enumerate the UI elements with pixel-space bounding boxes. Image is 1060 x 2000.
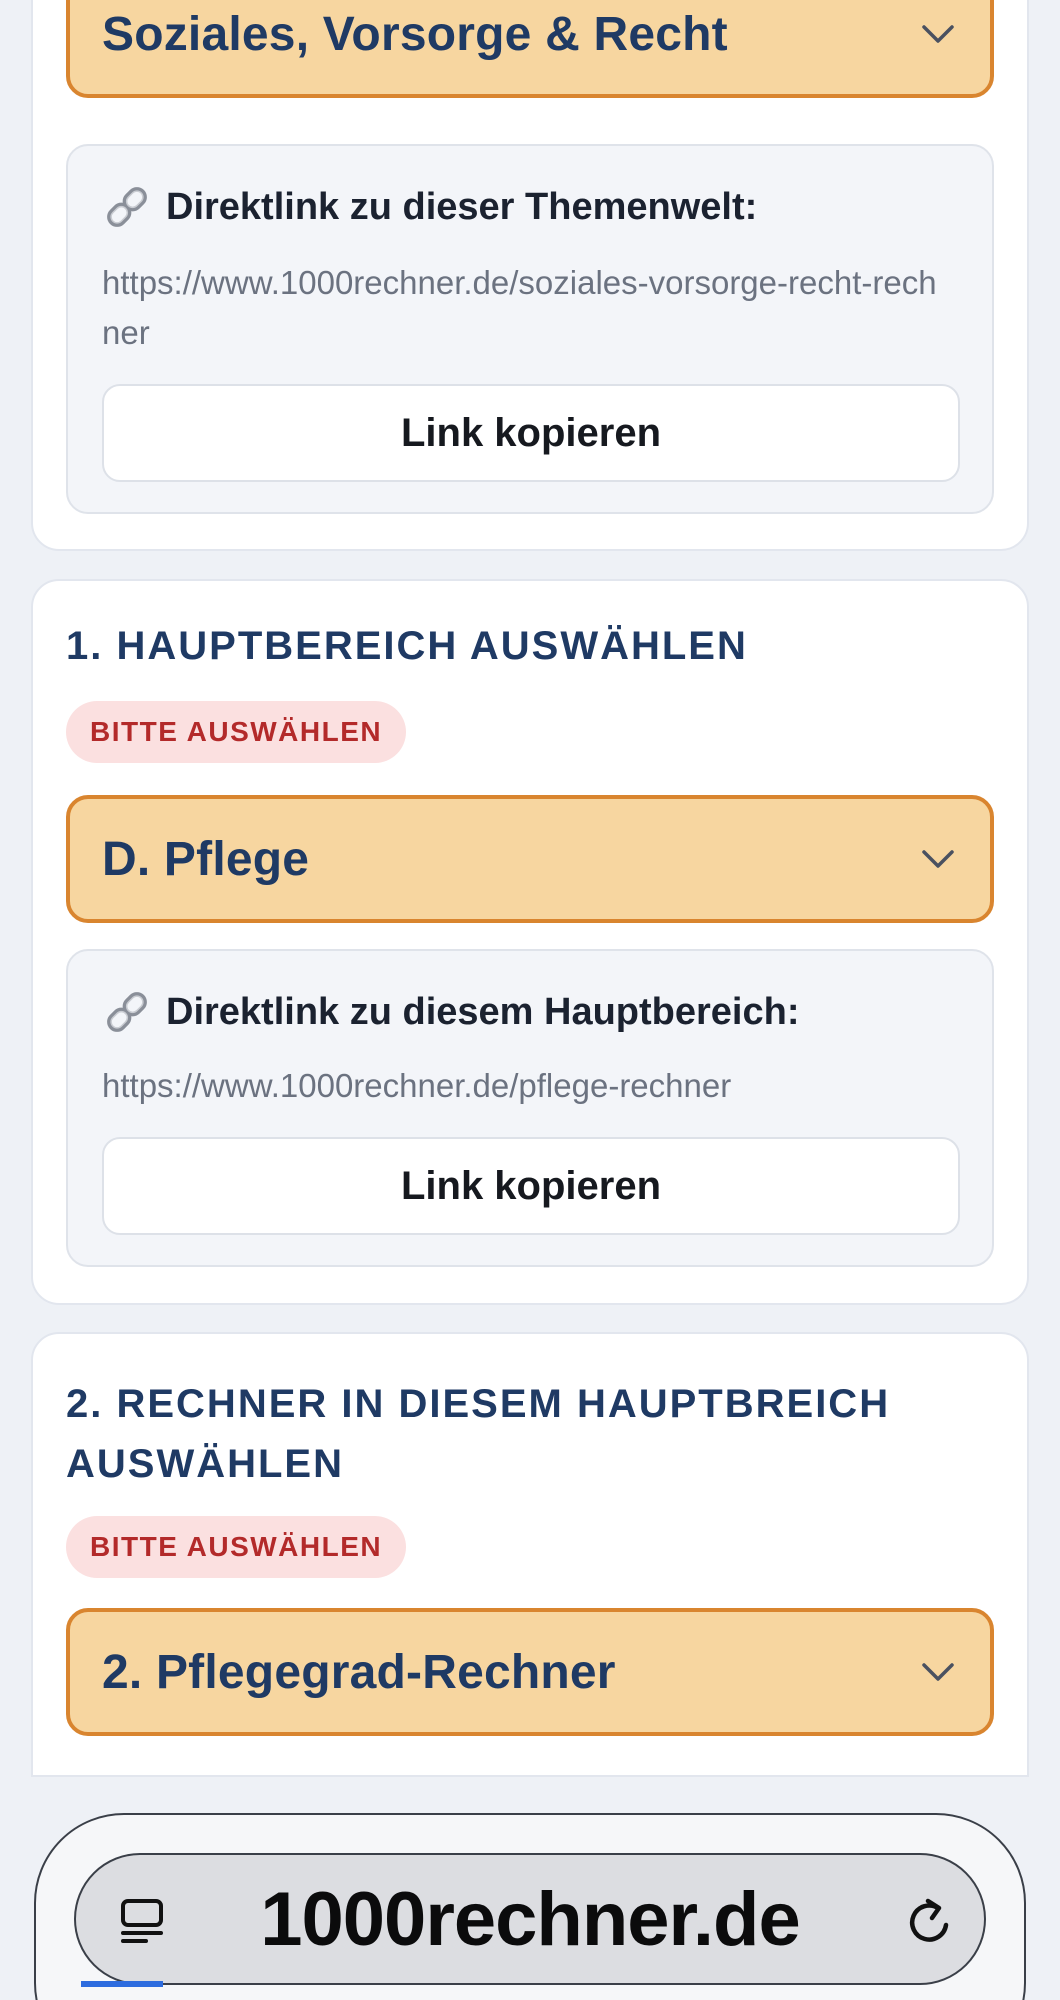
main-area-link-box: Direktlink zu diesem Hauptbereich: https… (66, 949, 994, 1267)
browser-toolbar: 1000rechner.de (34, 1813, 1026, 2000)
theme-copy-link-button[interactable]: Link kopieren (102, 384, 960, 482)
chevron-down-icon (922, 25, 954, 43)
chevron-down-icon (922, 850, 954, 868)
chevron-down-icon (922, 1663, 954, 1681)
main-area-select[interactable]: D. Pflege (66, 795, 994, 923)
main-area-link-url: https://www.1000rechner.de/pflege-rechne… (102, 1067, 732, 1104)
link-icon (107, 187, 147, 227)
calculator-select-value: 2. Pflegegrad-Rechner (102, 1645, 616, 1699)
main-area-card: 1. HAUPTBEREICH AUSWÄHLEN BITTE AUSWÄHLE… (31, 579, 1029, 1305)
main-area-link-heading: Direktlink zu diesem Hauptbereich: (102, 987, 800, 1037)
main-area-link-heading-text: Direktlink zu diesem Hauptbereich: (166, 990, 800, 1033)
theme-card: Soziales, Vorsorge & Recht Direktlink zu… (31, 0, 1029, 551)
reload-icon[interactable] (902, 1895, 956, 1949)
theme-select-value: Soziales, Vorsorge & Recht (102, 7, 728, 61)
calculator-card: 2. RECHNER IN DIESEM HAUPTBREICH AUSWÄHL… (31, 1332, 1029, 1777)
calculator-select[interactable]: 2. Pflegegrad-Rechner (66, 1608, 994, 1736)
main-area-copy-link-button[interactable]: Link kopieren (102, 1137, 960, 1235)
address-url: 1000rechner.de (260, 1876, 801, 1962)
theme-link-box: Direktlink zu dieser Themenwelt: https:/… (66, 144, 994, 514)
calculator-title: 2. RECHNER IN DIESEM HAUPTBREICH AUSWÄHL… (66, 1382, 891, 1486)
calculator-status-badge: BITTE AUSWÄHLEN (66, 1516, 407, 1578)
page-load-progress (81, 1981, 163, 1987)
page: Soziales, Vorsorge & Recht Direktlink zu… (0, 0, 1060, 2000)
theme-link-heading: Direktlink zu dieser Themenwelt: (102, 182, 757, 232)
theme-select[interactable]: Soziales, Vorsorge & Recht (66, 0, 994, 98)
address-bar[interactable]: 1000rechner.de (74, 1853, 986, 1985)
main-area-select-value: D. Pflege (102, 832, 310, 886)
theme-link-url: https://www.1000rechner.de/soziales-vors… (102, 264, 937, 351)
link-icon (107, 992, 147, 1032)
main-area-title: 1. HAUPTBEREICH AUSWÄHLEN (66, 624, 748, 668)
theme-link-heading-text: Direktlink zu dieser Themenwelt: (166, 185, 758, 228)
main-area-status-badge: BITTE AUSWÄHLEN (66, 701, 407, 763)
